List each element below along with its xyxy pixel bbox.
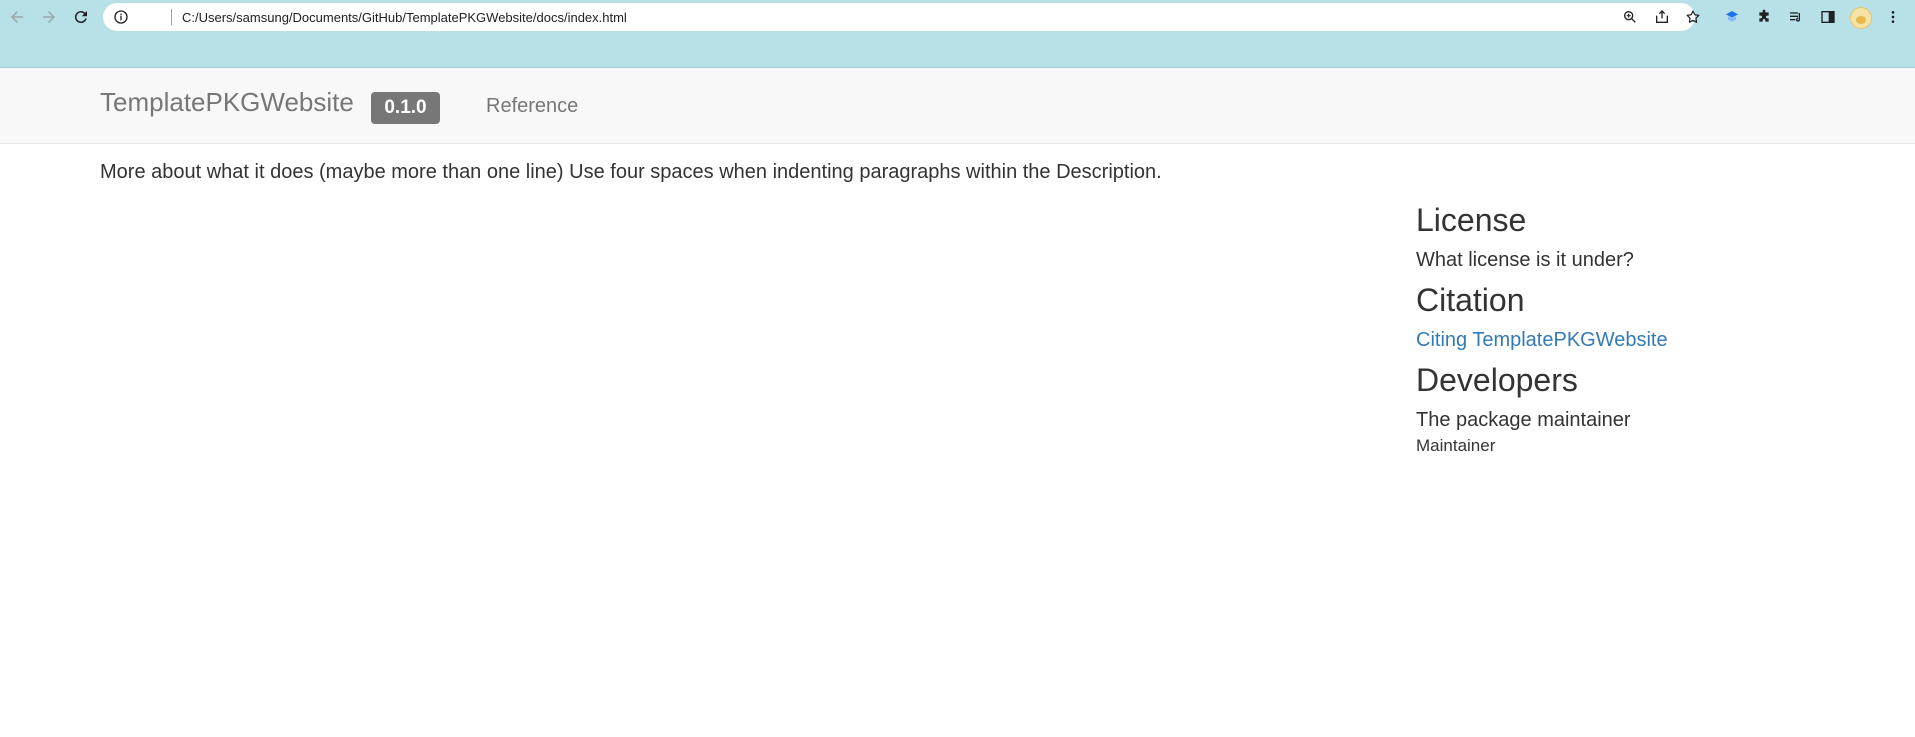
package-description: More about what it does (maybe more than… xyxy=(100,161,1162,183)
sidebar: License What license is it under? Citati… xyxy=(1416,199,1876,458)
reload-icon xyxy=(74,11,87,24)
back-button[interactable] xyxy=(4,4,30,30)
side-panel-icon[interactable] xyxy=(1817,6,1839,28)
site-info-icon[interactable] xyxy=(111,7,131,27)
address-bar[interactable]: C:/Users/samsung/Documents/GitHub/Templa… xyxy=(103,3,1700,31)
profile-avatar[interactable] xyxy=(1850,7,1872,29)
citation-link[interactable]: Citing TemplatePKGWebsite xyxy=(1416,329,1668,351)
license-text: What license is it under? xyxy=(1416,249,1634,271)
bookmark-star-icon[interactable] xyxy=(1683,7,1703,27)
version-badge: 0.1.0 xyxy=(371,92,440,124)
forward-button[interactable] xyxy=(36,4,62,30)
url-text[interactable]: C:/Users/samsung/Documents/GitHub/Templa… xyxy=(182,10,627,25)
browser-toolbar: C:/Users/samsung/Documents/GitHub/Templa… xyxy=(0,0,1915,68)
license-heading: License xyxy=(1416,202,1527,238)
more-menu-icon[interactable] xyxy=(1882,6,1904,28)
extensions-puzzle-icon[interactable] xyxy=(1753,6,1775,28)
developer-role: Maintainer xyxy=(1416,436,1496,455)
nav-link-reference[interactable]: Reference xyxy=(486,95,578,118)
share-icon[interactable] xyxy=(1652,7,1672,27)
site-navbar: TemplatePKGWebsite 0.1.0 Reference xyxy=(0,68,1915,144)
arrow-left-icon xyxy=(11,11,23,23)
developer-name: The package maintainer xyxy=(1416,409,1631,431)
brand-title[interactable]: TemplatePKGWebsite xyxy=(100,87,354,118)
arrow-right-icon xyxy=(43,11,55,23)
zoom-icon[interactable] xyxy=(1620,7,1640,27)
reload-button[interactable] xyxy=(68,4,94,30)
extension-shield-icon[interactable] xyxy=(1721,6,1743,28)
address-separator xyxy=(171,9,172,25)
reading-list-icon[interactable] xyxy=(1785,6,1807,28)
developers-heading: Developers xyxy=(1416,362,1578,398)
citation-heading: Citation xyxy=(1416,282,1525,318)
